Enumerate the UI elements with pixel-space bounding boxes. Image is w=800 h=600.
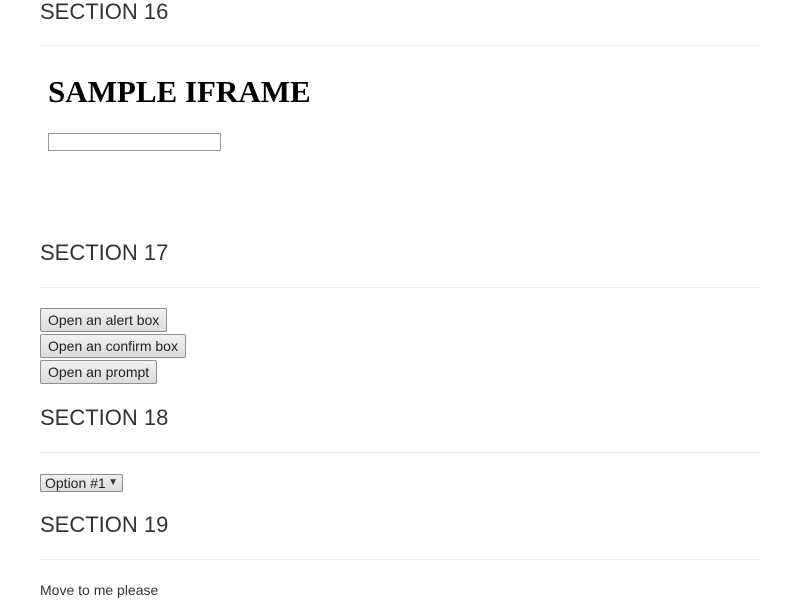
option-dropdown[interactable]: Option #1 ▼ [40, 474, 123, 492]
iframe-text-input[interactable] [48, 133, 221, 151]
section-17-divider [40, 287, 760, 288]
alert-button[interactable]: Open an alert box [40, 308, 168, 332]
section-18-divider [40, 452, 760, 453]
section-19-divider [40, 559, 760, 560]
confirm-button[interactable]: Open an confirm box [40, 334, 186, 358]
section-19-title: SECTION 19 [40, 512, 169, 537]
section-16-title: SECTION 16 [40, 0, 169, 24]
section-16-divider [40, 45, 760, 46]
chevron-down-icon: ▼ [108, 477, 118, 488]
section-17-title: SECTION 17 [40, 240, 169, 265]
iframe-heading: SAMPLE IFRAME [48, 74, 311, 109]
hover-target-text[interactable]: Move to me please [40, 582, 158, 599]
section-18-title: SECTION 18 [40, 405, 169, 430]
dropdown-selected-value: Option #1 [45, 475, 106, 491]
prompt-button[interactable]: Open an prompt [40, 360, 158, 384]
page: SECTION 16 SAMPLE IFRAME SECTION 17 Open… [0, 0, 800, 600]
